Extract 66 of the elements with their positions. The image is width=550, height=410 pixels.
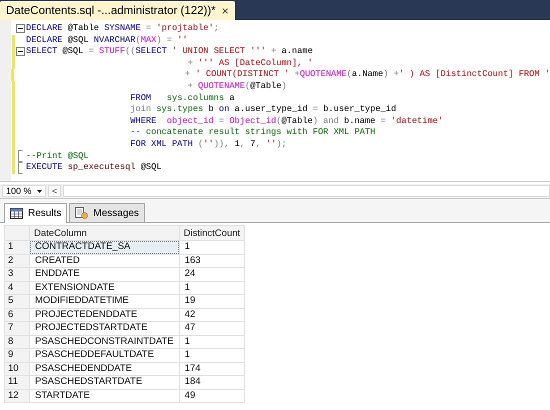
collapse-icon[interactable] xyxy=(16,47,25,56)
code-line: -- concatenate result strings with FOR XML PATH xyxy=(129,127,376,139)
table-cell: STARTDATE xyxy=(30,389,180,402)
table-cell: CONTRACTDATE_SA xyxy=(30,240,180,254)
code-line: SELECT @SQL = STUFF((SELECT ' UNION SELECT ''' + a.name xyxy=(26,46,313,58)
table-cell: 174 xyxy=(179,362,245,376)
scroll-left-button[interactable]: < xyxy=(48,185,62,197)
table-cell: 1 xyxy=(179,281,245,294)
table-cell: 24 xyxy=(179,268,245,281)
row-number: 9 xyxy=(4,348,30,362)
table-cell: PSASCHEDCONSTRAINTDATE xyxy=(30,335,180,348)
code-line: --Print @SQL xyxy=(26,150,89,162)
row-number: 11 xyxy=(4,376,30,389)
code-line: EXECUTE sp_executesql @SQL xyxy=(26,162,162,174)
table-cell: 49 xyxy=(179,389,245,402)
table-cell: 19 xyxy=(179,294,245,308)
code-line: + ''' AS [DateColumn], ' xyxy=(186,58,313,70)
table-cell: MODIFIEDDATETIME xyxy=(30,294,180,308)
results-tab[interactable]: Messages xyxy=(69,203,145,222)
row-number: 10 xyxy=(4,362,30,376)
code-editor[interactable] xyxy=(0,20,550,182)
code-line: + ' COUNT(DISTINCT ' +QUOTENAME(a.Name) +' ) AS [DistinctCount] FROM ' xyxy=(184,69,550,81)
table-cell: ENDDATE xyxy=(30,268,180,281)
row-number: 12 xyxy=(4,389,30,402)
code-line: DECLARE @Table SYSNAME = 'projtable'; xyxy=(26,23,219,35)
collapse-icon[interactable] xyxy=(16,24,25,34)
table-cell: PSASCHEDDEFAULTDATE xyxy=(30,348,180,362)
code-line: FOR XML PATH ('')), 1, 7, ''); xyxy=(129,138,287,151)
code-line: join sys.types b on a.user_type_id = b.user_type_id xyxy=(129,104,396,116)
table-cell: 42 xyxy=(179,308,245,322)
close-button[interactable]: × xyxy=(222,4,229,18)
results-tab[interactable]: Results xyxy=(4,203,68,223)
caret-icon xyxy=(37,190,42,192)
row-number: 4 xyxy=(4,281,30,294)
corner-header xyxy=(4,226,30,240)
row-number: 1 xyxy=(4,240,30,254)
table-cell: 1 xyxy=(179,348,245,362)
table-cell: PROJECTEDENDDATE xyxy=(30,308,180,322)
code-line: DECLARE @SQL NVARCHAR(MAX) = '' xyxy=(26,34,188,46)
table-cell: 47 xyxy=(179,322,245,335)
code-line: + QUOTENAME(@Table) xyxy=(186,80,287,93)
column-header[interactable]: DistinctCount xyxy=(179,226,245,240)
table-cell: 1 xyxy=(179,240,245,254)
table-cell: PSASCHEDSTARTDATE xyxy=(30,376,180,389)
column-header[interactable]: DateColumn xyxy=(30,226,180,240)
row-number: 7 xyxy=(4,322,30,335)
row-number: 8 xyxy=(4,335,30,348)
zoom-dropdown[interactable]: 100 % xyxy=(2,185,46,197)
document-tab-title: DateContents.sql -...administrator (122))* xyxy=(6,4,216,16)
table-cell: CREATED xyxy=(30,254,180,268)
horizontal-scrollbar[interactable] xyxy=(63,185,550,197)
table-cell: EXTENSIONDATE xyxy=(30,281,180,294)
table-cell: PSASCHEDENDDATE xyxy=(30,362,180,376)
table-cell: PROJECTEDSTARTDATE xyxy=(30,322,180,335)
table-cell: 1 xyxy=(179,335,245,348)
table-cell: 184 xyxy=(179,376,245,389)
row-number: 2 xyxy=(4,254,30,268)
row-number: 5 xyxy=(4,294,30,308)
row-number: 3 xyxy=(4,268,30,281)
code-line: FROM sys.columns a xyxy=(129,92,235,104)
row-number: 6 xyxy=(4,308,30,322)
document-icon xyxy=(75,207,88,219)
code-line: WHERE object_id = Object_id(@Table) and b.name = 'datetime' xyxy=(129,116,444,128)
table-cell: 163 xyxy=(179,254,245,268)
grid-icon xyxy=(10,208,23,219)
document-tab[interactable]: DateContents.sql -...administrator (122))* × xyxy=(0,1,235,20)
